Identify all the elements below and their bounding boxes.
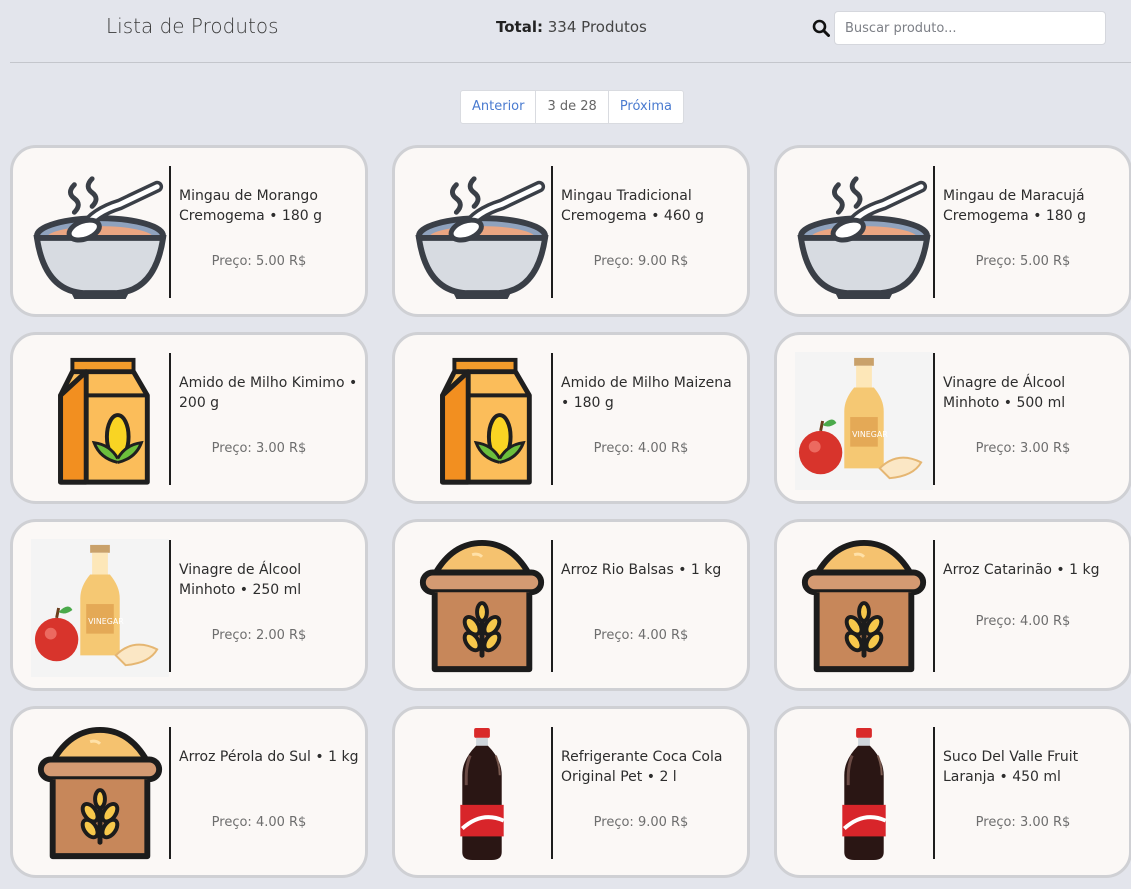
card-divider bbox=[169, 727, 171, 859]
page-title: Lista de Produtos bbox=[106, 14, 279, 38]
product-card[interactable]: Vinagre de Álcool Minhoto • 500 ml Preço… bbox=[774, 332, 1131, 504]
rice-sack-icon bbox=[31, 725, 169, 865]
card-divider bbox=[551, 353, 553, 485]
product-card[interactable]: Arroz Rio Balsas • 1 kg Preço: 4.00 R$ bbox=[392, 519, 750, 691]
product-card[interactable]: Suco Del Valle Fruit Laranja • 450 ml Pr… bbox=[774, 706, 1131, 878]
card-divider bbox=[933, 353, 935, 485]
card-divider bbox=[169, 540, 171, 672]
product-name: Mingau Tradicional Cremogema • 460 g bbox=[561, 188, 704, 224]
card-divider bbox=[933, 727, 935, 859]
porridge-bowl-icon bbox=[413, 164, 551, 304]
soda-bottle-icon bbox=[795, 725, 933, 865]
product-card[interactable]: Mingau de Maracujá Cremogema • 180 g Pre… bbox=[774, 145, 1131, 317]
pagination: Anterior 3 de 28 Próxima bbox=[460, 90, 684, 124]
corn-starch-box-icon bbox=[413, 351, 551, 491]
card-divider bbox=[551, 727, 553, 859]
product-price: Preço: 3.00 R$ bbox=[975, 815, 1071, 830]
card-divider bbox=[551, 166, 553, 298]
soda-bottle-icon bbox=[413, 725, 551, 865]
corn-starch-box-icon bbox=[31, 351, 169, 491]
page-indicator: 3 de 28 bbox=[536, 91, 609, 123]
total-label: Total: bbox=[496, 18, 543, 36]
card-divider bbox=[551, 540, 553, 672]
card-divider bbox=[169, 353, 171, 485]
next-page-button[interactable]: Próxima bbox=[609, 91, 683, 123]
card-divider bbox=[933, 540, 935, 672]
product-name: Arroz Pérola do Sul • 1 kg bbox=[179, 749, 359, 765]
card-divider bbox=[169, 166, 171, 298]
product-card[interactable]: Arroz Pérola do Sul • 1 kg Preço: 4.00 R… bbox=[10, 706, 368, 878]
total-value: 334 Produtos bbox=[547, 18, 647, 36]
product-name: Arroz Rio Balsas • 1 kg bbox=[561, 562, 722, 578]
product-card[interactable]: Vinagre de Álcool Minhoto • 250 ml Preço… bbox=[10, 519, 368, 691]
product-price: Preço: 9.00 R$ bbox=[593, 254, 689, 269]
product-name: Mingau de Maracujá Cremogema • 180 g bbox=[943, 188, 1086, 224]
porridge-bowl-icon bbox=[795, 164, 933, 304]
product-card[interactable]: Amido de Milho Maizena • 180 g Preço: 4.… bbox=[392, 332, 750, 504]
header: Lista de Produtos Total: 334 Produtos bbox=[0, 0, 1131, 62]
product-card[interactable]: Amido de Milho Kimimo • 200 g Preço: 3.0… bbox=[10, 332, 368, 504]
product-name: Suco Del Valle Fruit Laranja • 450 ml bbox=[943, 749, 1079, 785]
product-price: Preço: 9.00 R$ bbox=[593, 815, 689, 830]
rice-sack-icon bbox=[413, 538, 551, 678]
vinegar-bottle-icon bbox=[31, 538, 169, 678]
product-name: Vinagre de Álcool Minhoto • 500 ml bbox=[943, 375, 1066, 411]
product-price: Preço: 4.00 R$ bbox=[211, 815, 307, 830]
total-count: Total: 334 Produtos bbox=[496, 18, 647, 36]
search-input[interactable] bbox=[834, 11, 1106, 45]
search-icon bbox=[812, 19, 830, 37]
product-name: Amido de Milho Maizena • 180 g bbox=[561, 375, 732, 411]
product-name: Mingau de Morango Cremogema • 180 g bbox=[179, 188, 322, 224]
rice-sack-icon bbox=[795, 538, 933, 678]
product-card[interactable]: Mingau de Morango Cremogema • 180 g Preç… bbox=[10, 145, 368, 317]
product-price: Preço: 4.00 R$ bbox=[975, 614, 1071, 629]
prev-page-button[interactable]: Anterior bbox=[461, 91, 537, 123]
product-name: Vinagre de Álcool Minhoto • 250 ml bbox=[179, 562, 302, 598]
card-divider bbox=[933, 166, 935, 298]
product-card[interactable]: Mingau Tradicional Cremogema • 460 g Pre… bbox=[392, 145, 750, 317]
product-name: Refrigerante Coca Cola Original Pet • 2 … bbox=[561, 749, 723, 785]
product-price: Preço: 3.00 R$ bbox=[211, 441, 307, 456]
product-name: Amido de Milho Kimimo • 200 g bbox=[179, 375, 358, 411]
product-price: Preço: 5.00 R$ bbox=[211, 254, 307, 269]
product-card[interactable]: Refrigerante Coca Cola Original Pet • 2 … bbox=[392, 706, 750, 878]
product-price: Preço: 4.00 R$ bbox=[593, 441, 689, 456]
product-price: Preço: 3.00 R$ bbox=[975, 441, 1071, 456]
product-name: Arroz Catarinão • 1 kg bbox=[943, 562, 1100, 578]
product-price: Preço: 5.00 R$ bbox=[975, 254, 1071, 269]
product-price: Preço: 2.00 R$ bbox=[211, 628, 307, 643]
product-card[interactable]: Arroz Catarinão • 1 kg Preço: 4.00 R$ bbox=[774, 519, 1131, 691]
header-divider bbox=[10, 62, 1131, 63]
vinegar-bottle-icon bbox=[795, 351, 933, 491]
product-price: Preço: 4.00 R$ bbox=[593, 628, 689, 643]
porridge-bowl-icon bbox=[31, 164, 169, 304]
